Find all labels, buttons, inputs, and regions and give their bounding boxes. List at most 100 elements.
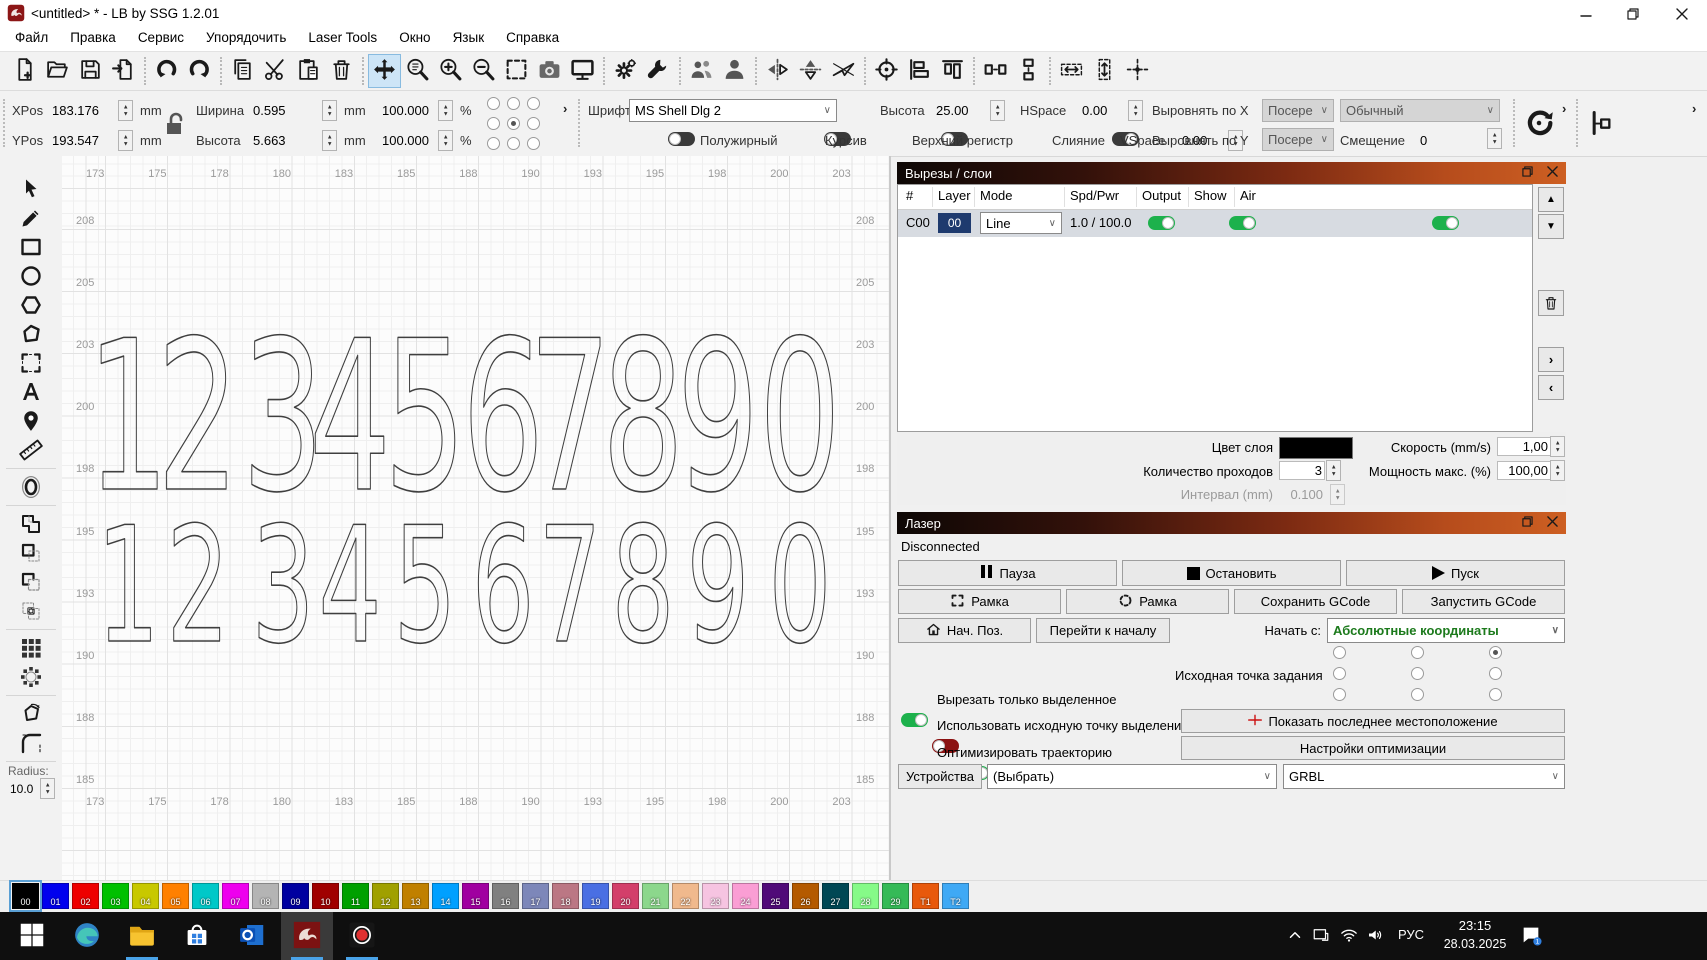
palette-swatch-21[interactable]: 21 [642,883,669,909]
monitor-button[interactable] [566,54,599,88]
speed-spinner[interactable] [1550,436,1565,457]
save-gcode-button[interactable]: Сохранить GCode [1234,589,1397,614]
go-origin-button[interactable]: Перейти к началу [1036,618,1170,643]
layer-mode-combo[interactable]: Line [980,212,1062,234]
lock-open-icon[interactable] [163,111,187,140]
hpct-spinner[interactable] [438,130,453,151]
palette-swatch-04[interactable]: 04 [132,883,159,909]
radius-value[interactable]: 10.0 [10,782,33,796]
ellipse-tool-button[interactable] [17,263,45,291]
palette-swatch-26[interactable]: 26 [792,883,819,909]
palette-swatch-28[interactable]: 28 [852,883,879,909]
taskbar-app-outlook[interactable] [226,912,278,960]
stencil-digit-3-row2[interactable]: 3 [251,493,315,681]
palette-swatch-13[interactable]: 13 [402,883,429,909]
palette-swatch-T1[interactable]: T1 [912,883,939,909]
palette-swatch-23[interactable]: 23 [702,883,729,909]
menu-item-7[interactable]: Справка [495,27,570,48]
menu-item-4[interactable]: Laser Tools [297,27,388,48]
circular-array-button[interactable] [17,664,45,692]
copy-button[interactable] [226,54,259,88]
palette-swatch-T2[interactable]: T2 [942,883,969,909]
tray-date[interactable]: 28.03.2025 [1440,937,1510,951]
tray-network-icon[interactable] [1340,926,1358,947]
stencil-digit-2-row2[interactable]: 2 [166,493,230,681]
anchor-radio-2[interactable] [527,97,540,110]
stencil-digit-1-row2[interactable]: 1 [96,493,160,681]
taskbar-app-explorer[interactable] [116,912,168,960]
tray-volume-icon[interactable] [1366,926,1384,947]
alignx-combo[interactable]: Посере [1262,99,1334,122]
layer-color-swatch[interactable] [1279,437,1353,459]
palette-swatch-15[interactable]: 15 [462,883,489,909]
anchor-radio-7[interactable] [507,137,520,150]
toolbar-overflow-arrow[interactable]: › [563,101,567,116]
job-origin-radio-0[interactable] [1333,646,1346,659]
bool-subtract-button[interactable] [17,540,45,568]
passes-value[interactable]: 3 [1279,461,1325,480]
wpct-spinner[interactable] [438,100,453,121]
stencil-digits[interactable]: 12 3456789 01 2 3 4 5 6 7 8 9 0 [62,156,890,880]
palette-swatch-11[interactable]: 11 [342,883,369,909]
focus-target-button[interactable] [870,54,903,88]
palette-swatch-10[interactable]: 10 [312,883,339,909]
palette-swatch-18[interactable]: 18 [552,883,579,909]
anchor-radio-0[interactable] [487,97,500,110]
ungroup-button[interactable] [718,54,751,88]
palette-swatch-02[interactable]: 02 [72,883,99,909]
menu-item-2[interactable]: Сервис [127,27,195,48]
menu-item-5[interactable]: Окно [388,27,441,48]
palette-swatch-07[interactable]: 07 [222,883,249,909]
passes-spinner[interactable] [1326,460,1341,481]
anchor-radio-4[interactable] [507,117,520,130]
device-settings-gear-button[interactable] [609,54,642,88]
palette-swatch-19[interactable]: 19 [582,883,609,909]
redo-button[interactable] [183,54,216,88]
palette-swatch-22[interactable]: 22 [672,883,699,909]
taskbar-app-start[interactable] [6,912,58,960]
bool-union-button[interactable] [17,511,45,539]
cuts-panel-header[interactable]: Вырезы / слои [897,162,1566,184]
menu-item-0[interactable]: Файл [4,27,59,48]
mirror-v-button[interactable] [794,54,827,88]
bold-toggle[interactable] [668,132,695,146]
layer-down-button[interactable]: ▼ [1538,214,1564,239]
stencil-digit-4-row2[interactable]: 4 [318,493,382,681]
power-value[interactable]: 100,00 [1497,461,1551,480]
ypos-spinner[interactable] [118,130,133,151]
bool-difference-button[interactable] [17,569,45,597]
float-panel-icon[interactable] [1522,166,1533,180]
text-tool-button[interactable] [17,379,45,407]
offset-tool-button[interactable] [17,474,45,502]
height-value[interactable]: 5.663 [253,133,286,148]
width-percent[interactable]: 100.000 [382,103,429,118]
anchor-radio-1[interactable] [507,97,520,110]
ypos-value[interactable]: 193.547 [52,133,99,148]
menu-item-1[interactable]: Правка [59,27,127,48]
taskbar-app-recorder[interactable] [336,912,388,960]
font-combo[interactable]: MS Shell Dlg 2 [629,99,837,122]
paste-button[interactable] [292,54,325,88]
taskbar-app-edge[interactable] [61,912,113,960]
import-button[interactable] [107,54,140,88]
power-spinner[interactable] [1550,460,1565,481]
palette-swatch-01[interactable]: 01 [42,883,69,909]
save-button[interactable] [74,54,107,88]
close-button[interactable] [1656,0,1707,27]
workspace-canvas[interactable]: 12345678901234567890 173 175 178 180 183 185 1… [62,156,890,880]
width-spinner[interactable] [322,100,337,121]
float-panel-icon[interactable] [1522,516,1533,530]
anchor-radio-3[interactable] [487,117,500,130]
laser-panel-header[interactable]: Лазер [897,512,1566,534]
bool-intersect-button[interactable] [17,598,45,626]
palette-swatch-06[interactable]: 06 [192,883,219,909]
distribute-h-button[interactable] [979,54,1012,88]
pan-tool-button[interactable] [368,54,401,88]
layer-right-button[interactable]: › [1538,347,1564,372]
hspace-spinner[interactable] [1128,100,1143,121]
stop-button[interactable]: Остановить [1122,560,1341,586]
palette-swatch-08[interactable]: 08 [252,883,279,909]
palette-swatch-03[interactable]: 03 [102,883,129,909]
job-origin-radio-6[interactable] [1333,688,1346,701]
cut-button[interactable] [259,54,292,88]
